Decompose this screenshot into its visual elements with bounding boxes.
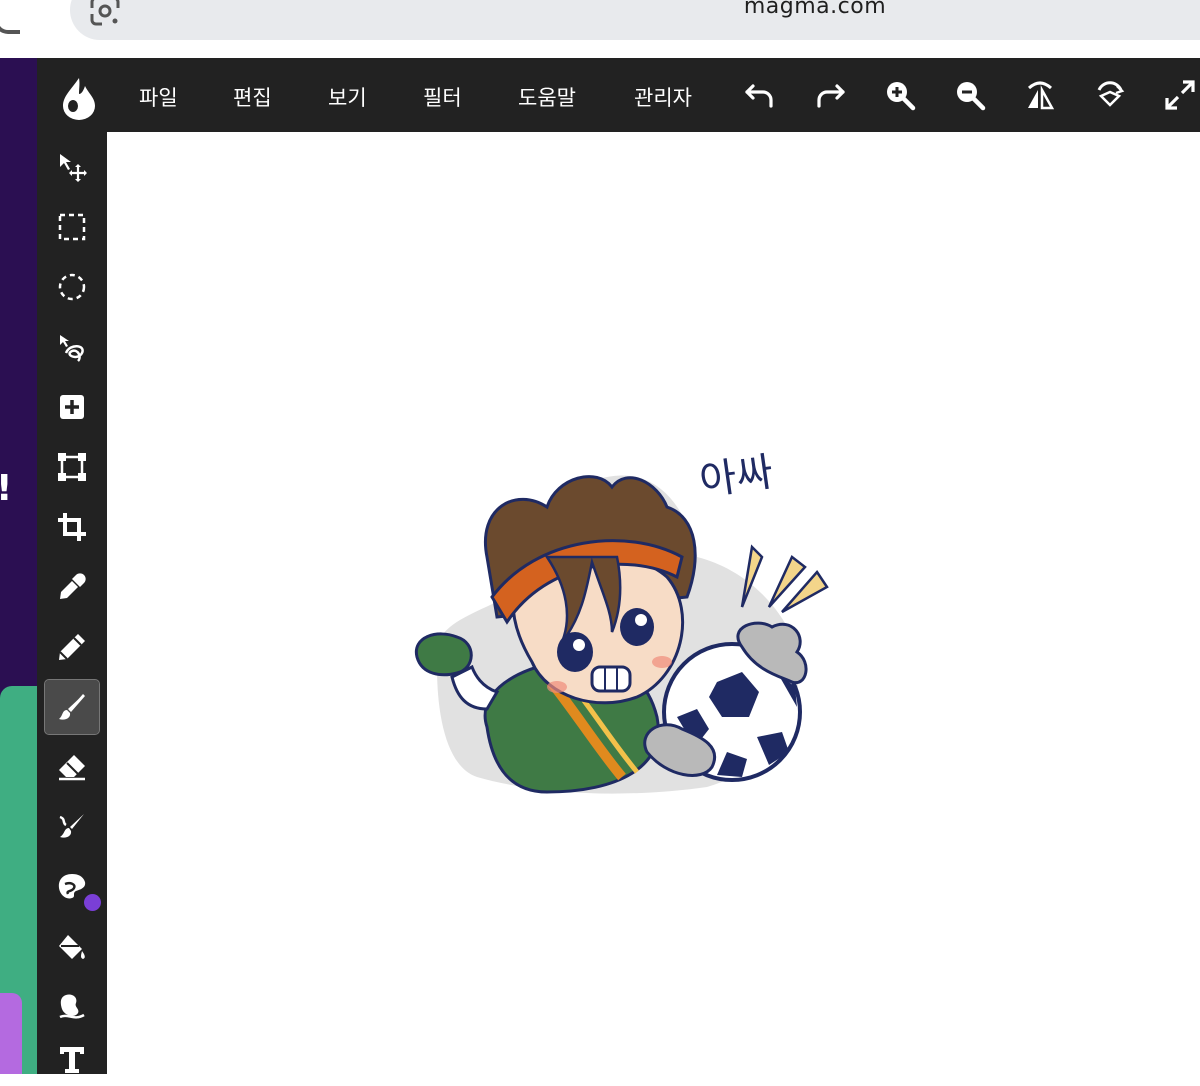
move-arrow-icon [60, 154, 87, 182]
crop-tool[interactable] [45, 500, 99, 554]
eraser-tool[interactable] [45, 740, 99, 794]
zoom-out-icon[interactable] [953, 78, 987, 112]
address-bar[interactable] [70, 0, 1200, 40]
lasso-icon [60, 335, 84, 362]
lasso-tool[interactable] [45, 320, 99, 374]
back-arrow-icon[interactable] [0, 0, 20, 34]
chibi-soccer-artwork [414, 475, 829, 794]
app-menubar: 파일 편집 보기 필터 도움말 관리자 [37, 58, 1200, 132]
smudge-tool[interactable] [45, 800, 99, 854]
active-color-swatch[interactable] [84, 894, 101, 911]
eyedropper-icon [60, 573, 86, 599]
brush-tool[interactable] [44, 679, 100, 735]
move-tool[interactable] [45, 140, 99, 194]
pencil-tool[interactable] [45, 620, 99, 674]
google-lens-icon[interactable] [88, 0, 122, 28]
plus-square-icon [60, 395, 84, 419]
pencil-icon [59, 634, 85, 660]
zoom-in-icon[interactable] [883, 78, 917, 112]
site-decoration: ! [0, 468, 12, 509]
smudge-icon [59, 814, 84, 838]
site-purple-block [0, 993, 22, 1074]
undo-icon[interactable] [743, 78, 777, 112]
ellipse-select-tool[interactable] [45, 260, 99, 314]
rotate-icon[interactable] [1093, 78, 1127, 112]
text-tool[interactable] [45, 1032, 99, 1086]
effect-tool[interactable] [45, 980, 99, 1034]
dashed-square-icon [58, 213, 86, 241]
flip-icon[interactable] [1023, 78, 1057, 112]
fill-tool[interactable] [45, 920, 99, 974]
transform-square-icon [58, 453, 86, 481]
text-t-icon [60, 1047, 84, 1073]
menu-view[interactable]: 보기 [328, 82, 367, 112]
background-website-strip: ! [0, 58, 37, 1074]
fullscreen-icon[interactable] [1163, 78, 1197, 112]
transform-tool[interactable] [45, 440, 99, 494]
paint-bucket-icon [59, 935, 85, 959]
redo-icon[interactable] [813, 78, 847, 112]
tool-sidebar [37, 132, 107, 1074]
add-layer-tool[interactable] [45, 380, 99, 434]
palette-icon [58, 874, 86, 899]
dashed-circle-icon [58, 273, 86, 301]
drawing-canvas[interactable]: 아싸 [107, 132, 1200, 1074]
blob-icon [59, 994, 85, 1019]
menu-edit[interactable]: 편집 [233, 82, 272, 112]
eyedropper-tool[interactable] [45, 560, 99, 614]
url-text[interactable]: magma.com [700, 0, 930, 19]
crop-icon [58, 513, 86, 541]
eraser-icon [59, 755, 85, 781]
browser-top-bar: magma.com [0, 0, 1200, 58]
menu-admin[interactable]: 관리자 [634, 82, 692, 112]
menu-file[interactable]: 파일 [139, 82, 178, 112]
brush-icon [59, 694, 85, 720]
magma-logo-icon[interactable] [59, 76, 99, 120]
menu-filter[interactable]: 필터 [423, 82, 462, 112]
rect-select-tool[interactable] [45, 200, 99, 254]
menu-help[interactable]: 도움말 [518, 82, 576, 112]
